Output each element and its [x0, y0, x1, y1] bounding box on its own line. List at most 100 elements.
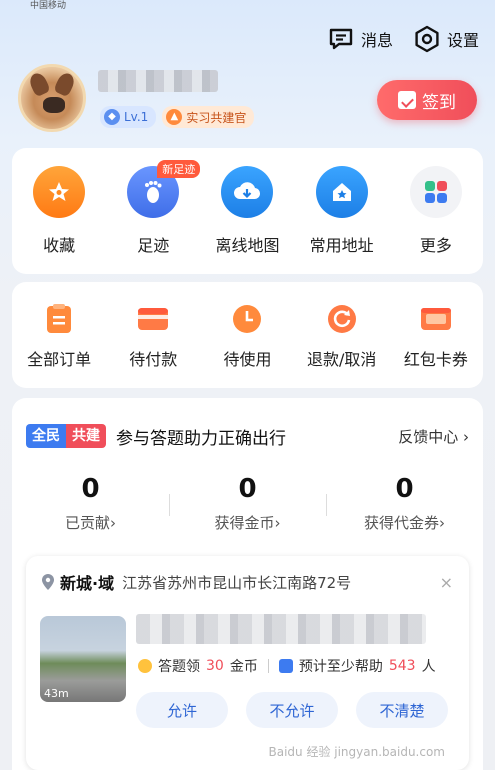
coupon-icon	[419, 302, 453, 336]
quick-link-more[interactable]: 更多	[396, 166, 476, 256]
stat-value: 0	[238, 474, 257, 504]
orders-grid: 全部订单 待付款 待使用 退款/取消 红包卡券	[12, 282, 483, 370]
stat-label: 已贡献›	[65, 514, 116, 532]
stat-value: 0	[81, 474, 100, 504]
title-badge[interactable]: ▲ 实习共建官	[162, 106, 255, 128]
watermark: Baidu 经验 jingyan.baidu.com	[268, 745, 445, 759]
quick-link-label: 收藏	[43, 236, 76, 255]
order-coupons[interactable]: 红包卡券	[391, 302, 481, 370]
quick-link-label: 足迹	[137, 236, 170, 255]
quick-link-saved-addresses[interactable]: 常用地址	[302, 166, 382, 256]
stat-coins[interactable]: 0 获得金币›	[178, 474, 318, 533]
task-header: 新城·域 江苏省苏州市昆山市长江南路72号 ×	[42, 570, 453, 594]
new-footprint-tag: 新足迹	[157, 160, 201, 178]
co-build-tag-part: 全民	[26, 424, 66, 448]
avatar[interactable]	[18, 64, 86, 132]
order-to-use[interactable]: 待使用	[202, 302, 292, 370]
title-badge-label: 实习共建官	[186, 110, 247, 125]
co-build-tag-part: 共建	[66, 424, 106, 448]
answer-buttons: 允许 不允许 不清楚	[136, 692, 448, 728]
star-icon	[33, 166, 86, 218]
close-icon[interactable]: ×	[440, 573, 453, 592]
question-text-redacted	[136, 614, 426, 644]
order-label: 待使用	[223, 350, 272, 369]
status-bar: 中国移动	[0, 0, 495, 12]
quick-link-label: 离线地图	[215, 236, 280, 255]
task-address: 江苏省苏州市昆山市长江南路72号	[122, 573, 352, 592]
settings-button[interactable]: 设置	[413, 25, 479, 53]
order-pending-payment[interactable]: 待付款	[108, 302, 198, 370]
level-badge[interactable]: ◆ Lv.1	[100, 106, 157, 128]
location-pin-icon	[42, 574, 54, 590]
messages-label: 消息	[360, 31, 393, 50]
task-place-name: 新城·域	[60, 574, 115, 593]
feedback-center-link[interactable]: 反馈中心 ›	[398, 426, 469, 447]
stat-contributed[interactable]: 0 已贡献›	[21, 474, 161, 533]
task-reward-info: 答题领 30 金币 预计至少帮助 543 人	[138, 656, 436, 676]
settings-icon	[415, 25, 439, 53]
level-icon: ◆	[104, 109, 120, 125]
help-prefix: 预计至少帮助	[298, 659, 383, 675]
checkin-label: 签到	[422, 92, 456, 113]
cloud-download-icon	[221, 166, 274, 218]
order-icon	[42, 302, 76, 336]
order-label: 红包卡券	[403, 350, 468, 369]
contribution-card: 全民 共建 参与答题助力正确出行 反馈中心 › 0 已贡献› 0 获得金币› 0…	[12, 398, 483, 770]
home-icon	[315, 166, 368, 218]
quick-link-favorites[interactable]: 收藏	[19, 166, 99, 256]
refund-icon	[325, 302, 359, 336]
grid-icon	[409, 166, 462, 218]
settings-label: 设置	[446, 31, 479, 50]
username-redacted	[98, 70, 218, 92]
order-label: 全部订单	[27, 350, 92, 369]
wallet-icon	[136, 302, 170, 336]
stat-label: 获得金币›	[214, 514, 281, 532]
quick-link-label: 常用地址	[309, 236, 374, 255]
coin-icon	[138, 659, 152, 673]
question-task-card: 新城·域 江苏省苏州市昆山市长江南路72号 × 43m 答题领 30 金币 预计至少…	[26, 556, 469, 770]
allow-button[interactable]: 允许	[136, 692, 228, 728]
contribution-title: 参与答题助力正确出行	[116, 428, 286, 449]
avatar-snout	[43, 97, 65, 113]
profile-badges: ◆ Lv.1 ▲ 实习共建官	[100, 106, 255, 128]
clock-icon	[230, 302, 264, 336]
order-label: 退款/取消	[306, 350, 377, 369]
info-divider	[267, 659, 269, 673]
quick-links-card: 收藏 新足迹 足迹 离线地图 常用地址 更多	[12, 148, 483, 274]
reward-suffix: 金币	[229, 659, 258, 675]
order-refund[interactable]: 退款/取消	[297, 302, 387, 370]
distance-label: 43m	[44, 687, 69, 700]
quick-links-grid: 收藏 新足迹 足迹 离线地图 常用地址 更多	[12, 148, 483, 256]
calendar-check-icon	[398, 91, 416, 109]
stat-label: 获得代金券›	[364, 514, 445, 532]
stat-divider	[326, 494, 327, 516]
orders-card: 全部订单 待付款 待使用 退款/取消 红包卡券	[12, 282, 483, 388]
quick-link-footprints[interactable]: 新足迹 足迹	[113, 160, 201, 256]
message-icon	[329, 28, 353, 50]
disallow-button[interactable]: 不允许	[246, 692, 338, 728]
help-amount: 543	[388, 658, 416, 674]
street-view-photo[interactable]: 43m	[40, 616, 126, 702]
co-build-tag: 全民 共建	[26, 424, 106, 448]
unsure-button[interactable]: 不清楚	[356, 692, 448, 728]
reward-prefix: 答题领	[158, 659, 200, 675]
help-suffix: 人	[421, 659, 436, 675]
quick-link-offline-map[interactable]: 离线地图	[207, 166, 287, 256]
carrier-label: 中国移动	[30, 1, 67, 11]
help-icon	[278, 659, 293, 673]
quick-link-label: 更多	[419, 236, 452, 255]
order-label: 待付款	[129, 350, 178, 369]
messages-button[interactable]: 消息	[327, 25, 393, 53]
order-all[interactable]: 全部订单	[14, 302, 104, 370]
stat-vouchers[interactable]: 0 获得代金券›	[335, 474, 475, 533]
avatar-ear	[53, 70, 77, 98]
stat-divider	[169, 494, 170, 516]
contribution-stats: 0 已贡献› 0 获得金币› 0 获得代金券›	[12, 474, 483, 533]
flame-icon: ▲	[166, 109, 183, 125]
stat-value: 0	[395, 474, 414, 504]
level-label: Lv.1	[124, 110, 149, 124]
checkin-button[interactable]: 签到	[377, 80, 477, 120]
contribution-header: 全民 共建 参与答题助力正确出行 反馈中心 ›	[26, 422, 469, 450]
avatar-ear	[27, 70, 51, 98]
top-actions: 消息 设置	[327, 25, 479, 53]
